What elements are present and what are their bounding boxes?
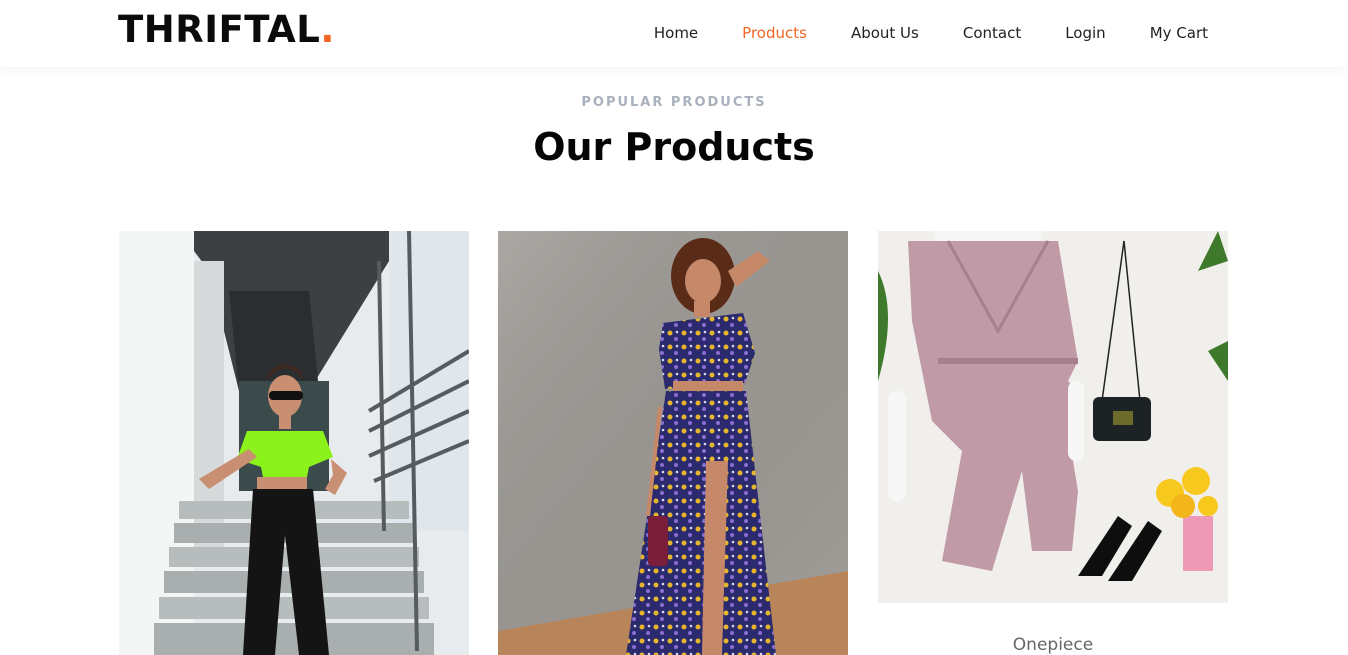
navbar: THRIFTAL. Home Products About Us Contact…: [0, 0, 1348, 67]
products-section-header: POPULAR PRODUCTS Our Products: [0, 94, 1348, 170]
product-image[interactable]: [878, 231, 1228, 603]
brand-name: THRIFTAL: [118, 8, 321, 51]
product-card[interactable]: [498, 231, 848, 655]
product-card[interactable]: Onepiece: [878, 231, 1228, 655]
nav-about-us[interactable]: About Us: [851, 22, 919, 44]
product-image[interactable]: [498, 231, 848, 655]
brand-dot: .: [320, 8, 335, 51]
mauve-wrap-dress-mannequin-photo: [878, 231, 1228, 603]
brand-logo[interactable]: THRIFTAL.: [118, 8, 335, 52]
nav-login[interactable]: Login: [1065, 22, 1105, 44]
product-name[interactable]: Onepiece: [878, 633, 1228, 655]
woman-neon-crop-top-photo: [119, 231, 469, 655]
section-eyebrow: POPULAR PRODUCTS: [581, 95, 767, 110]
section-title: Our Products: [533, 125, 815, 169]
main-nav: Home Products About Us Contact Login My …: [610, 22, 1208, 44]
product-image[interactable]: [119, 231, 469, 655]
nav-contact[interactable]: Contact: [963, 22, 1021, 44]
product-card[interactable]: [119, 231, 469, 655]
nav-home[interactable]: Home: [654, 22, 698, 44]
nav-products[interactable]: Products: [742, 22, 807, 44]
nav-my-cart[interactable]: My Cart: [1150, 22, 1208, 44]
woman-floral-maxi-dress-photo: [498, 231, 848, 655]
